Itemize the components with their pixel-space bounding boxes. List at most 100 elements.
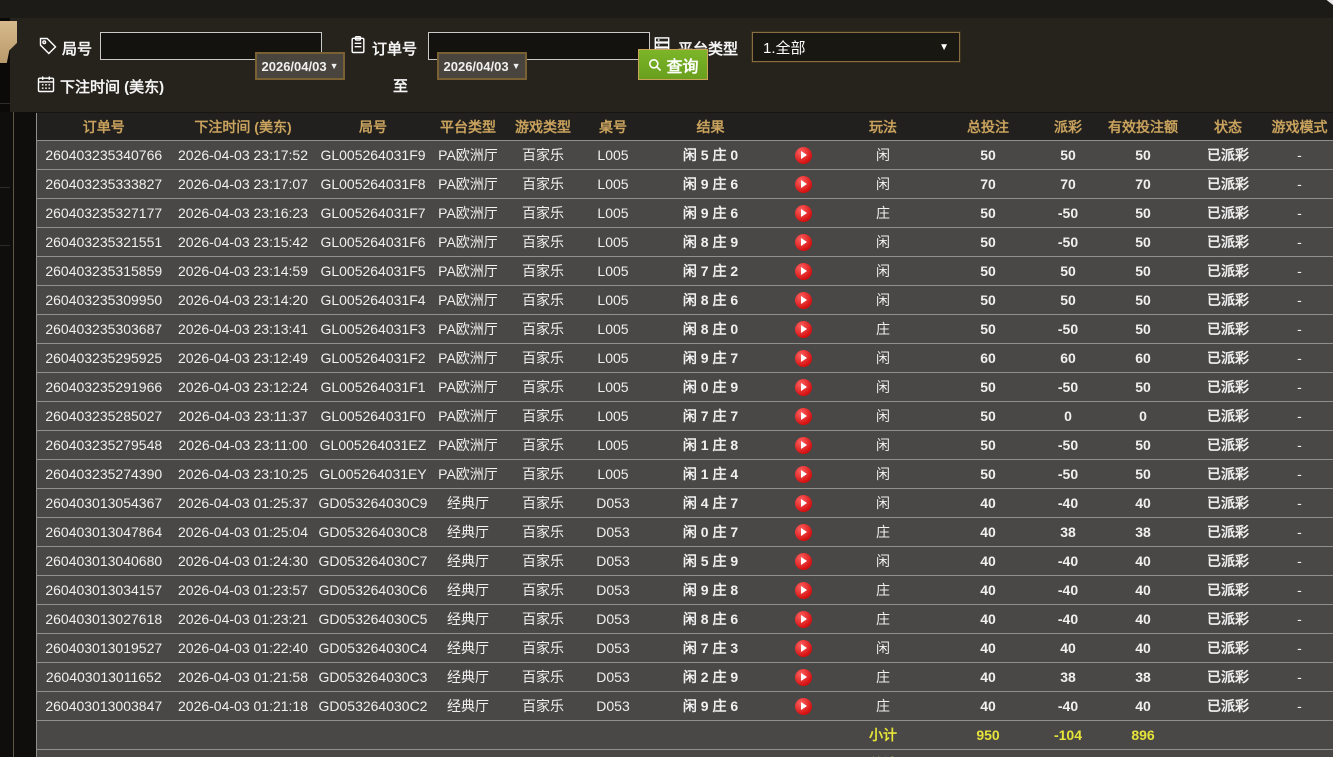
- play-icon[interactable]: [795, 466, 812, 483]
- status-cell: 已派彩: [1191, 286, 1266, 315]
- result-cell: 闲 4 庄 7: [646, 489, 776, 518]
- subtotal-label: 小计: [831, 721, 936, 750]
- valid-bet-cell: 50: [1096, 228, 1191, 257]
- result-cell: 闲 0 庄 9: [646, 373, 776, 402]
- game-no-cell: GL005264031EZ: [316, 431, 431, 460]
- status-cell: 已派彩: [1191, 547, 1266, 576]
- valid-bet-cell: 50: [1096, 431, 1191, 460]
- valid-bet-cell: 50: [1096, 315, 1191, 344]
- play-icon[interactable]: [795, 582, 812, 599]
- play-icon[interactable]: [795, 205, 812, 222]
- valid-bet-cell: 38: [1096, 518, 1191, 547]
- platform-cell: PA欧洲厅: [431, 344, 506, 373]
- play-side-cell: 闲: [831, 141, 936, 170]
- play-icon[interactable]: [795, 292, 812, 309]
- table-no-cell: L005: [581, 315, 646, 344]
- play-icon[interactable]: [795, 263, 812, 280]
- platform-cell: PA欧洲厅: [431, 431, 506, 460]
- total-total-bet: 1070: [936, 750, 1041, 757]
- total-bet-cell: 70: [936, 170, 1041, 199]
- play-icon[interactable]: [795, 524, 812, 541]
- play-icon[interactable]: [795, 495, 812, 512]
- status-cell: 已派彩: [1191, 141, 1266, 170]
- play-icon[interactable]: [795, 553, 812, 570]
- total-payout: -144: [1041, 750, 1096, 757]
- status-cell: 已派彩: [1191, 489, 1266, 518]
- play-icon[interactable]: [795, 147, 812, 164]
- left-rail-divider: [0, 245, 10, 246]
- left-rail-divider: [0, 187, 10, 188]
- date-to-picker[interactable]: 2026/04/03 ▼: [437, 52, 527, 80]
- table-row: 260403013011652 2026-04-03 01:21:58 GD05…: [37, 663, 1333, 692]
- status-cell: 已派彩: [1191, 431, 1266, 460]
- total-valid-bet: 1016: [1096, 750, 1191, 757]
- mode-cell: -: [1266, 141, 1333, 170]
- playback-cell: [776, 663, 831, 692]
- play-icon[interactable]: [795, 234, 812, 251]
- play-icon[interactable]: [795, 437, 812, 454]
- magnifier-icon: [647, 57, 663, 73]
- playback-cell: [776, 692, 831, 721]
- play-icon[interactable]: [795, 408, 812, 425]
- play-side-cell: 闲: [831, 634, 936, 663]
- play-icon[interactable]: [795, 350, 812, 367]
- playback-cell: [776, 257, 831, 286]
- game-no-cell: GL005264031F7: [316, 199, 431, 228]
- result-cell: 闲 9 庄 6: [646, 199, 776, 228]
- play-icon[interactable]: [795, 176, 812, 193]
- mode-cell: -: [1266, 286, 1333, 315]
- date-from-picker[interactable]: 2026/04/03 ▼: [255, 52, 345, 80]
- valid-bet-cell: 40: [1096, 576, 1191, 605]
- caret-down-icon: ▼: [939, 42, 949, 53]
- platform-cell: 经典厅: [431, 518, 506, 547]
- table-body: 260403235340766 2026-04-03 23:17:52 GL00…: [37, 141, 1333, 721]
- playback-cell: [776, 431, 831, 460]
- order-no-cell: 260403235303687: [37, 315, 171, 344]
- col-header-order-no: 订单号: [37, 113, 171, 141]
- playback-cell: [776, 373, 831, 402]
- table-row: 260403235309950 2026-04-03 23:14:20 GL00…: [37, 286, 1333, 315]
- order-no-cell: 260403235295925: [37, 344, 171, 373]
- playback-cell: [776, 576, 831, 605]
- game-type-cell: 百家乐: [506, 547, 581, 576]
- game-type-cell: 百家乐: [506, 692, 581, 721]
- payout-cell: 50: [1041, 286, 1096, 315]
- search-button[interactable]: 查询: [638, 49, 708, 80]
- result-cell: 闲 8 庄 6: [646, 605, 776, 634]
- caret-down-icon: ▼: [330, 61, 339, 71]
- mode-cell: -: [1266, 692, 1333, 721]
- platform-type-select[interactable]: 1.全部 ▼: [752, 32, 960, 62]
- status-cell: 已派彩: [1191, 634, 1266, 663]
- col-header-platform: 平台类型: [431, 113, 506, 141]
- game-no-label: 局号: [62, 38, 92, 59]
- play-icon[interactable]: [795, 379, 812, 396]
- status-cell: 已派彩: [1191, 257, 1266, 286]
- play-icon[interactable]: [795, 698, 812, 715]
- play-icon[interactable]: [795, 611, 812, 628]
- play-icon[interactable]: [795, 640, 812, 657]
- order-no-cell: 260403013003847: [37, 692, 171, 721]
- table-row: 260403235274390 2026-04-03 23:10:25 GL00…: [37, 460, 1333, 489]
- left-rail: [0, 112, 36, 757]
- play-side-cell: 闲: [831, 547, 936, 576]
- date-to-value: 2026/04/03: [444, 59, 509, 74]
- play-icon[interactable]: [795, 669, 812, 686]
- table-no-cell: D053: [581, 663, 646, 692]
- bet-time-cell: 2026-04-03 01:22:40: [171, 634, 316, 663]
- platform-cell: PA欧洲厅: [431, 199, 506, 228]
- total-row: 总计 1070 -144 1016: [37, 750, 1333, 757]
- table-no-cell: L005: [581, 373, 646, 402]
- play-side-cell: 庄: [831, 518, 936, 547]
- game-no-cell: GD053264030C6: [316, 576, 431, 605]
- platform-cell: 经典厅: [431, 547, 506, 576]
- bet-time-cell: 2026-04-03 23:14:20: [171, 286, 316, 315]
- game-type-cell: 百家乐: [506, 228, 581, 257]
- table-row: 260403013034157 2026-04-03 01:23:57 GD05…: [37, 576, 1333, 605]
- bet-time-cell: 2026-04-03 23:16:23: [171, 199, 316, 228]
- table-row: 260403013054367 2026-04-03 01:25:37 GD05…: [37, 489, 1333, 518]
- subtotal-total-bet: 950: [936, 721, 1041, 750]
- col-header-payout: 派彩: [1041, 113, 1096, 141]
- play-icon[interactable]: [795, 321, 812, 338]
- order-no-cell: 260403013040680: [37, 547, 171, 576]
- valid-bet-cell: 40: [1096, 605, 1191, 634]
